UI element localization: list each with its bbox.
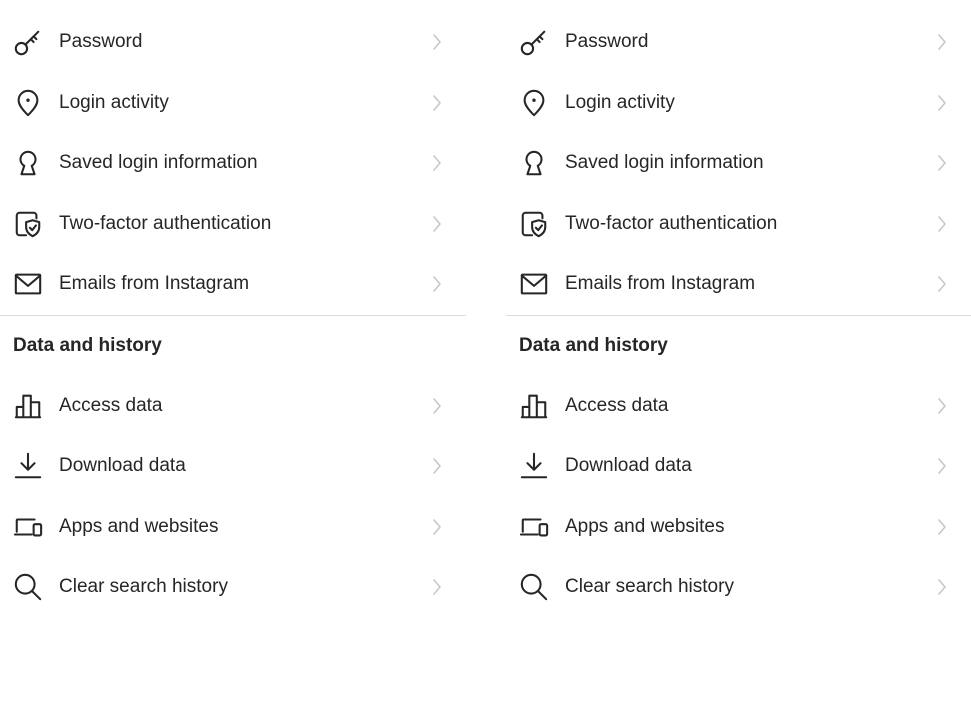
chevron-right-icon — [937, 397, 947, 415]
chevron-right-icon — [432, 154, 442, 172]
keyhole-icon — [12, 147, 44, 179]
phone-shield-icon — [12, 208, 44, 240]
settings-row-label: Access data — [565, 394, 669, 416]
key-icon — [518, 26, 550, 58]
settings-row-label: Download data — [59, 455, 186, 477]
envelope-icon — [12, 268, 44, 300]
settings-row-apps-websites[interactable]: Apps and websites — [0, 497, 466, 558]
settings-row-label: Emails from Instagram — [59, 273, 250, 295]
search-icon — [12, 571, 44, 603]
settings-row-saved-login[interactable]: Saved login information — [0, 133, 466, 194]
settings-row-download-data[interactable]: Download data — [506, 436, 971, 497]
keyhole-icon — [518, 147, 550, 179]
location-pin-icon — [518, 87, 550, 119]
settings-row-label: Login activity — [59, 91, 169, 113]
download-icon — [12, 450, 44, 482]
key-icon — [12, 26, 44, 58]
location-pin-icon — [12, 87, 44, 119]
settings-row-access-data[interactable]: Access data — [506, 376, 971, 437]
settings-row-emails[interactable]: Emails from Instagram — [0, 254, 466, 315]
chevron-right-icon — [432, 518, 442, 536]
phone-shield-icon — [518, 208, 550, 240]
settings-row-label: Saved login information — [59, 152, 258, 174]
chevron-right-icon — [432, 275, 442, 293]
laptop-phone-icon — [12, 511, 44, 543]
settings-row-access-data[interactable]: Access data — [0, 376, 466, 437]
settings-row-saved-login[interactable]: Saved login information — [506, 133, 971, 194]
chevron-right-icon — [937, 275, 947, 293]
settings-row-label: Access data — [59, 394, 163, 416]
settings-row-label: Two-factor authentication — [565, 212, 778, 234]
download-icon — [518, 450, 550, 482]
envelope-icon — [518, 268, 550, 300]
section-header-data-history: Data and history — [0, 316, 466, 376]
chevron-right-icon — [432, 578, 442, 596]
settings-row-label: Password — [59, 31, 143, 53]
settings-row-label: Apps and websites — [565, 515, 725, 537]
chevron-right-icon — [432, 457, 442, 475]
chevron-right-icon — [937, 94, 947, 112]
settings-row-label: Clear search history — [565, 576, 734, 598]
settings-row-login-activity[interactable]: Login activity — [0, 73, 466, 134]
chevron-right-icon — [937, 457, 947, 475]
settings-row-apps-websites[interactable]: Apps and websites — [506, 497, 971, 558]
chevron-right-icon — [937, 518, 947, 536]
settings-row-emails[interactable]: Emails from Instagram — [506, 254, 971, 315]
settings-row-clear-search[interactable]: Clear search history — [506, 557, 971, 618]
settings-row-label: Emails from Instagram — [565, 273, 756, 295]
search-icon — [518, 571, 550, 603]
settings-row-download-data[interactable]: Download data — [0, 436, 466, 497]
settings-row-password[interactable]: Password — [506, 12, 971, 73]
chevron-right-icon — [432, 33, 442, 51]
settings-row-label: Two-factor authentication — [59, 212, 272, 234]
settings-row-clear-search[interactable]: Clear search history — [0, 557, 466, 618]
bar-chart-icon — [518, 390, 550, 422]
settings-row-label: Clear search history — [59, 576, 228, 598]
laptop-phone-icon — [518, 511, 550, 543]
settings-row-login-activity[interactable]: Login activity — [506, 73, 971, 134]
settings-panel-right: Password Login activity Saved login info… — [506, 12, 971, 618]
settings-row-password[interactable]: Password — [0, 12, 466, 73]
section-title: Data and history — [13, 334, 162, 356]
settings-panel-left: Password Login activity Saved login info… — [0, 12, 466, 618]
chevron-right-icon — [937, 154, 947, 172]
settings-row-two-factor[interactable]: Two-factor authentication — [0, 194, 466, 255]
settings-row-label: Apps and websites — [59, 515, 219, 537]
chevron-right-icon — [432, 94, 442, 112]
chevron-right-icon — [937, 33, 947, 51]
settings-row-label: Login activity — [565, 91, 675, 113]
section-header-data-history: Data and history — [506, 316, 971, 376]
chevron-right-icon — [937, 578, 947, 596]
chevron-right-icon — [432, 397, 442, 415]
settings-row-label: Download data — [565, 455, 692, 477]
chevron-right-icon — [937, 215, 947, 233]
settings-row-two-factor[interactable]: Two-factor authentication — [506, 194, 971, 255]
settings-row-label: Saved login information — [565, 152, 764, 174]
bar-chart-icon — [12, 390, 44, 422]
settings-row-label: Password — [565, 31, 649, 53]
chevron-right-icon — [432, 215, 442, 233]
section-title: Data and history — [519, 334, 668, 356]
